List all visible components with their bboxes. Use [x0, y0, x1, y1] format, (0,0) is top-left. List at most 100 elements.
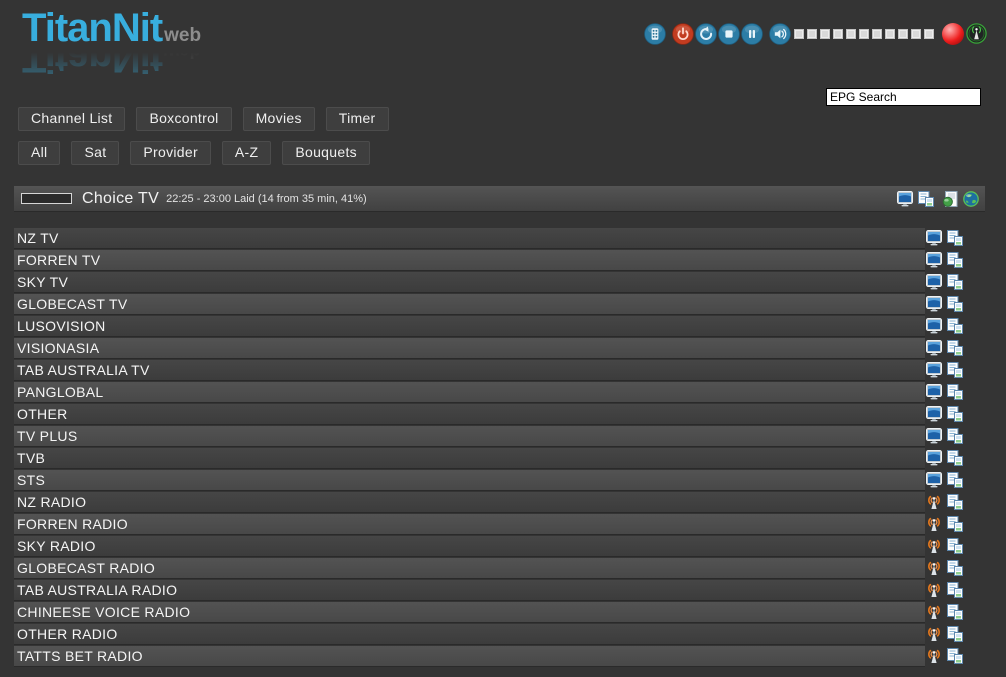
- mute-speaker-icon[interactable]: [769, 23, 791, 45]
- tv-screen-icon[interactable]: [926, 318, 942, 334]
- filter-provider-button[interactable]: Provider: [130, 141, 211, 165]
- epg-list-icon[interactable]: [947, 472, 963, 488]
- nav-timer-button[interactable]: Timer: [326, 107, 389, 131]
- tv-screen-icon[interactable]: [926, 472, 942, 488]
- channel-button[interactable]: NZ TV: [14, 228, 925, 249]
- channel-button[interactable]: STS: [14, 470, 925, 491]
- epg-list-icon[interactable]: [947, 538, 963, 554]
- channel-row: GLOBECAST TV: [14, 294, 984, 315]
- volume-segment[interactable]: [911, 29, 921, 39]
- channel-button[interactable]: GLOBECAST TV: [14, 294, 925, 315]
- channel-button[interactable]: SKY RADIO: [14, 536, 925, 557]
- tv-screen-icon[interactable]: [926, 340, 942, 356]
- volume-segment[interactable]: [833, 29, 843, 39]
- tv-screen-icon[interactable]: [926, 406, 942, 422]
- signal-antenna-icon[interactable]: [966, 23, 988, 45]
- channel-button[interactable]: VISIONASIA: [14, 338, 925, 359]
- record-icon[interactable]: [942, 23, 964, 45]
- channel-button[interactable]: TV PLUS: [14, 426, 925, 447]
- epg-list-icon[interactable]: [947, 560, 963, 576]
- tv-screen-icon[interactable]: [926, 384, 942, 400]
- radio-antenna-icon[interactable]: [926, 648, 942, 664]
- volume-segment[interactable]: [872, 29, 882, 39]
- channel-button[interactable]: LUSOVISION: [14, 316, 925, 337]
- epg-list-icon[interactable]: [947, 274, 963, 290]
- channel-button[interactable]: CHINEESE VOICE RADIO: [14, 602, 925, 623]
- volume-segment[interactable]: [807, 29, 817, 39]
- nav-channel-list-button[interactable]: Channel List: [18, 107, 125, 131]
- filter-all-button[interactable]: All: [18, 141, 60, 165]
- nav-movies-button[interactable]: Movies: [243, 107, 315, 131]
- channel-row: OTHER: [14, 404, 984, 425]
- watch-tv-icon[interactable]: [897, 191, 913, 207]
- radio-antenna-icon[interactable]: [926, 516, 942, 532]
- epg-list-icon[interactable]: [947, 428, 963, 444]
- channel-button[interactable]: FORREN RADIO: [14, 514, 925, 535]
- epg-list-icon[interactable]: [947, 230, 963, 246]
- volume-segment[interactable]: [820, 29, 830, 39]
- volume-segment[interactable]: [885, 29, 895, 39]
- channel-button[interactable]: OTHER RADIO: [14, 624, 925, 645]
- epg-list-icon[interactable]: [947, 362, 963, 378]
- stop-icon[interactable]: [718, 23, 740, 45]
- channel-row: CHINEESE VOICE RADIO: [14, 602, 984, 623]
- epg-list-icon[interactable]: [947, 516, 963, 532]
- channel-row-actions: [926, 296, 963, 312]
- volume-segment[interactable]: [794, 29, 804, 39]
- channel-button[interactable]: SKY TV: [14, 272, 925, 293]
- tv-screen-icon[interactable]: [926, 428, 942, 444]
- volume-bar[interactable]: [794, 29, 934, 39]
- volume-segment[interactable]: [898, 29, 908, 39]
- channel-button[interactable]: PANGLOBAL: [14, 382, 925, 403]
- epg-list-icon[interactable]: [947, 296, 963, 312]
- remote-keypad-icon[interactable]: [644, 23, 666, 45]
- epg-list-icon[interactable]: [947, 626, 963, 642]
- tv-screen-icon[interactable]: [926, 296, 942, 312]
- filter-bouquets-button[interactable]: Bouquets: [282, 141, 370, 165]
- nav-boxcontrol-button[interactable]: Boxcontrol: [136, 107, 231, 131]
- channel-button[interactable]: TVB: [14, 448, 925, 469]
- epg-list-icon[interactable]: [947, 252, 963, 268]
- reload-icon[interactable]: [695, 23, 717, 45]
- channel-button[interactable]: GLOBECAST RADIO: [14, 558, 925, 579]
- tv-screen-icon[interactable]: [926, 230, 942, 246]
- channel-button[interactable]: OTHER: [14, 404, 925, 425]
- channel-name: SKY RADIO: [17, 538, 96, 554]
- filter-sat-button[interactable]: Sat: [71, 141, 119, 165]
- radio-antenna-icon[interactable]: [926, 582, 942, 598]
- radio-antenna-icon[interactable]: [926, 494, 942, 510]
- epg-list-icon[interactable]: [918, 191, 934, 207]
- epg-search-input[interactable]: [826, 88, 981, 106]
- pause-icon[interactable]: [741, 23, 763, 45]
- tv-screen-icon[interactable]: [926, 450, 942, 466]
- tv-screen-icon[interactable]: [926, 362, 942, 378]
- channel-button[interactable]: NZ RADIO: [14, 492, 925, 513]
- multi-epg-icon[interactable]: [963, 191, 979, 207]
- epg-list-icon[interactable]: [947, 604, 963, 620]
- radio-antenna-icon[interactable]: [926, 626, 942, 642]
- epg-list-icon[interactable]: [947, 450, 963, 466]
- epg-list-icon[interactable]: [947, 384, 963, 400]
- channel-button[interactable]: FORREN TV: [14, 250, 925, 271]
- radio-antenna-icon[interactable]: [926, 538, 942, 554]
- epg-list-icon[interactable]: [947, 340, 963, 356]
- tv-screen-icon[interactable]: [926, 274, 942, 290]
- channel-button[interactable]: TAB AUSTRALIA RADIO: [14, 580, 925, 601]
- radio-antenna-icon[interactable]: [926, 604, 942, 620]
- volume-segment[interactable]: [859, 29, 869, 39]
- tv-screen-icon[interactable]: [926, 252, 942, 268]
- epg-list-icon[interactable]: [947, 582, 963, 598]
- volume-segment[interactable]: [924, 29, 934, 39]
- epg-list-icon[interactable]: [947, 406, 963, 422]
- radio-antenna-icon[interactable]: [926, 560, 942, 576]
- channel-button[interactable]: TAB AUSTRALIA TV: [14, 360, 925, 381]
- channel-button[interactable]: TATTS BET RADIO: [14, 646, 925, 667]
- epg-list-icon[interactable]: [947, 318, 963, 334]
- volume-segment[interactable]: [846, 29, 856, 39]
- epg-list-icon[interactable]: [947, 494, 963, 510]
- single-epg-icon[interactable]: [942, 191, 958, 207]
- filter-az-button[interactable]: A-Z: [222, 141, 271, 165]
- epg-list-icon[interactable]: [947, 648, 963, 664]
- power-icon[interactable]: [672, 23, 694, 45]
- channel-list: NZ TV: [14, 228, 984, 668]
